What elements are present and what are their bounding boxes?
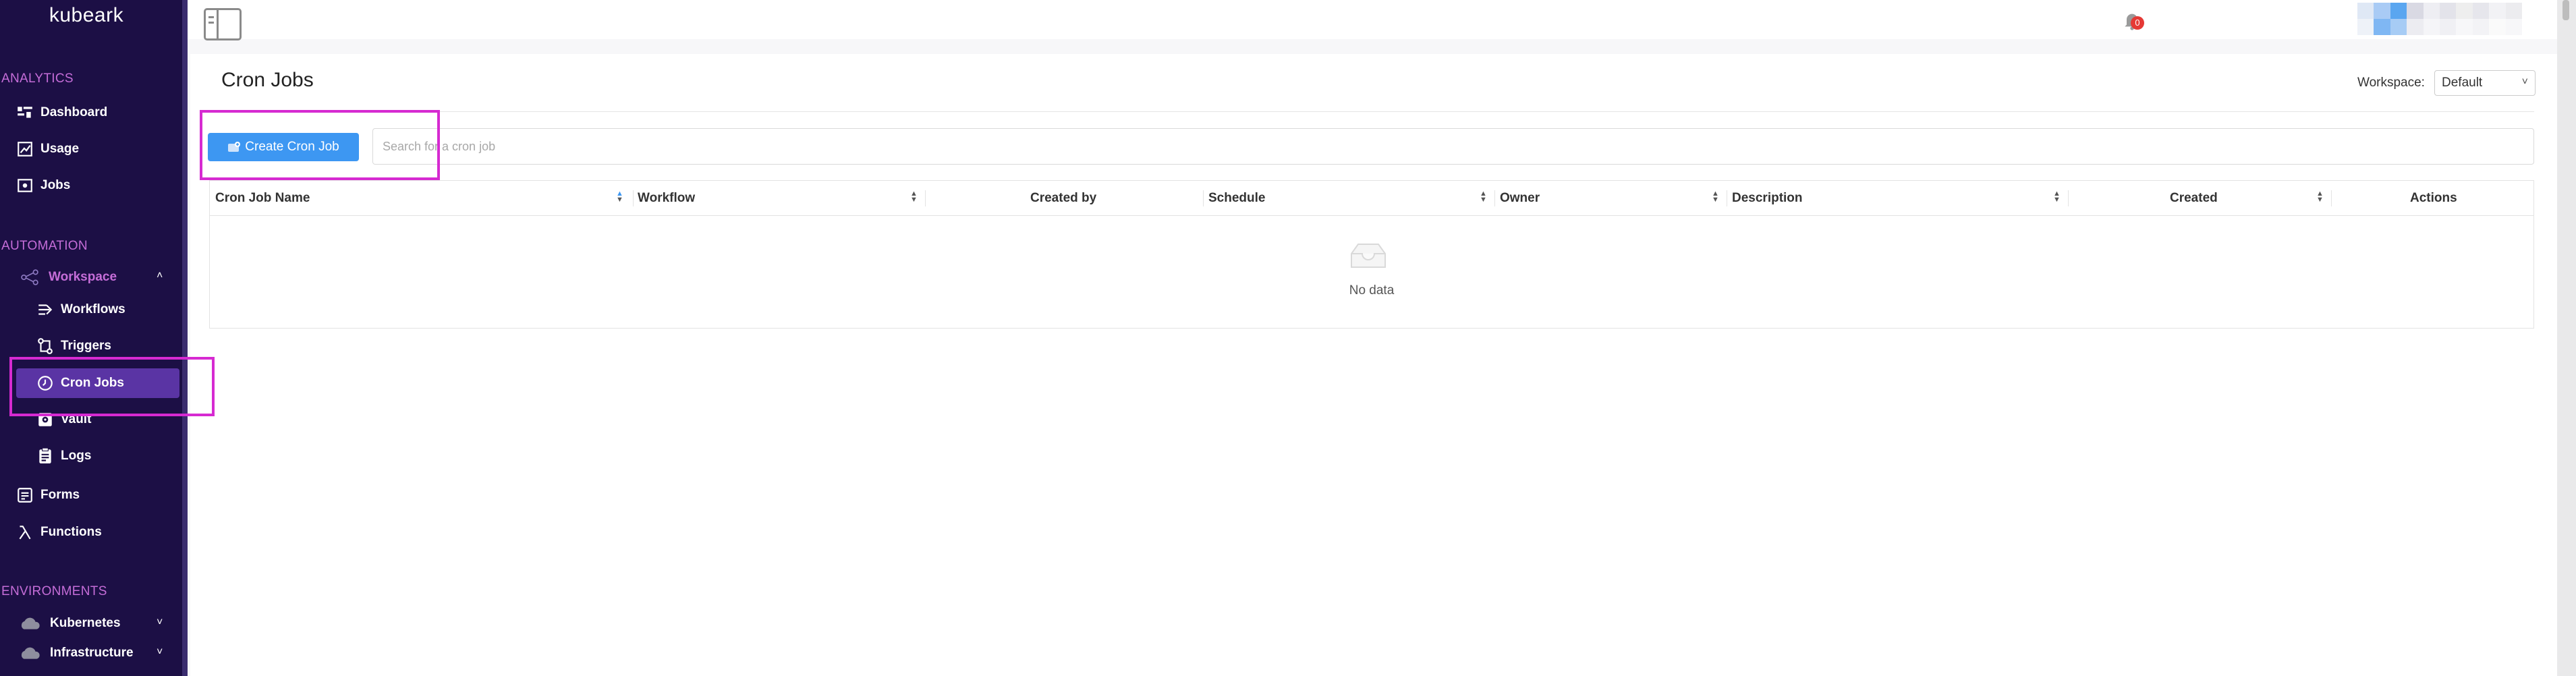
sidebar-item-kubernetes[interactable]: Kubernetes (16, 609, 121, 638)
column-header-label: Schedule (1208, 191, 1266, 205)
forms-icon (18, 488, 32, 503)
sidebar-item-label: Workspace (49, 270, 117, 284)
column-header-actions: Actions (2410, 181, 2457, 216)
column-separator (2068, 190, 2069, 206)
sidebar-item-dashboard[interactable]: Dashboard (16, 98, 107, 128)
top-bar (188, 0, 2576, 40)
chevron-down-icon[interactable]: ˅ (157, 617, 163, 629)
empty-state-text: No data (1349, 283, 1395, 298)
sidebar-item-workflows[interactable]: Workflows (36, 295, 125, 325)
sidebar-item-workspace[interactable]: Workspace (16, 262, 117, 292)
usage-icon (18, 142, 32, 157)
column-header-name[interactable]: Cron Job Name (215, 181, 310, 216)
cloud-icon (21, 617, 40, 629)
scrollbar[interactable] (2557, 0, 2576, 676)
highlight-box (200, 110, 440, 180)
sort-icon[interactable]: ▲ ▼ (910, 181, 921, 216)
column-separator (2331, 190, 2332, 206)
column-header-schedule[interactable]: Schedule (1208, 181, 1265, 216)
section-title-analytics: ANALYTICS (1, 72, 74, 86)
sidebar-item-label: Forms (40, 488, 80, 502)
logs-icon (39, 447, 51, 463)
column-separator (1203, 190, 1204, 206)
sidebar-item-label: Logs (61, 449, 92, 463)
sidebar-item-label: Functions (40, 525, 102, 539)
column-separator (1494, 190, 1495, 206)
column-header-workflow[interactable]: Workflow (638, 181, 695, 216)
column-header-created-by: Created by (1030, 181, 1096, 216)
table-header: Cron Job Name ▲ ▼ Workflow ▲ ▼ Created by … (210, 181, 2533, 216)
sidebar-item-label: Usage (40, 142, 80, 156)
sidebar-item-jobs[interactable]: Jobs (16, 171, 70, 200)
workspace-icon (21, 269, 38, 285)
sidebar-edge (182, 0, 188, 676)
panel-toggle-icon[interactable] (204, 8, 242, 40)
sidebar-item-usage[interactable]: Usage (16, 134, 79, 164)
dashboard-icon (18, 107, 32, 118)
sort-icon[interactable]: ▲ ▼ (2316, 181, 2327, 216)
workspace-select-label: Workspace: (2357, 76, 2425, 90)
app-logo[interactable]: kubeark (0, 4, 173, 27)
column-header-label: Actions (2410, 191, 2457, 205)
sidebar-item-label: Infrastructure (50, 646, 134, 660)
column-header-created[interactable]: Created (2170, 181, 2218, 216)
sidebar: kubeark ANALYTICS Dashboard Usage Jobs A… (0, 0, 182, 676)
sidebar-item-label: Workflows (61, 302, 125, 316)
triggers-icon (38, 338, 53, 354)
sort-icon[interactable]: ▲ ▼ (1480, 181, 1490, 216)
column-header-label: Owner (1500, 191, 1540, 205)
sidebar-item-logs[interactable]: Logs (36, 441, 91, 471)
column-header-label: Cron Job Name (215, 191, 310, 205)
sidebar-item-infrastructure[interactable]: Infrastructure (16, 638, 134, 668)
column-header-label: Description (1732, 191, 1803, 205)
jobs-icon (18, 179, 32, 192)
avatar[interactable] (2357, 3, 2522, 35)
sidebar-item-label: Triggers (61, 339, 111, 353)
column-separator (633, 190, 634, 206)
section-title-environments: ENVIRONMENTS (1, 584, 107, 598)
highlight-box (9, 357, 215, 416)
column-header-label: Created (2170, 191, 2218, 205)
chevron-up-icon[interactable]: ˄ (157, 270, 163, 282)
column-header-owner[interactable]: Owner (1500, 181, 1540, 216)
workspace-select[interactable]: Default ˅ (2434, 70, 2536, 96)
cloud-icon (21, 647, 40, 659)
sidebar-item-forms[interactable]: Forms (16, 480, 80, 510)
chevron-down-icon[interactable]: ˅ (157, 646, 163, 658)
divider (209, 111, 2534, 112)
notification-badge: 0 (2131, 16, 2144, 30)
cron-jobs-table: Cron Job Name ▲ ▼ Workflow ▲ ▼ Created by … (209, 180, 2534, 329)
column-header-label: Workflow (638, 191, 696, 205)
column-header-label: Created by (1030, 191, 1097, 205)
sort-icon[interactable]: ▲ ▼ (616, 181, 627, 216)
empty-state: No data (210, 216, 2533, 328)
sort-icon[interactable]: ▲ ▼ (1712, 181, 1723, 216)
sidebar-item-label: Jobs (40, 178, 71, 192)
workspace-select-value: Default (2442, 76, 2483, 90)
search-input[interactable] (372, 128, 2534, 165)
page-title: Cron Jobs (221, 69, 314, 91)
column-separator (925, 190, 926, 206)
chevron-down-icon: ˅ (2521, 76, 2528, 88)
scrollbar-thumb[interactable] (2563, 0, 2569, 20)
lambda-icon (19, 526, 31, 540)
workflows-icon (38, 304, 53, 315)
sidebar-item-label: Kubernetes (50, 616, 121, 630)
sort-icon[interactable]: ▲ ▼ (2053, 181, 2064, 216)
column-header-description[interactable]: Description (1732, 181, 1803, 216)
empty-inbox-icon (1351, 244, 1386, 268)
sidebar-item-functions[interactable]: Functions (16, 517, 102, 547)
section-title-automation: AUTOMATION (1, 239, 88, 253)
sidebar-item-label: Dashboard (40, 105, 108, 119)
